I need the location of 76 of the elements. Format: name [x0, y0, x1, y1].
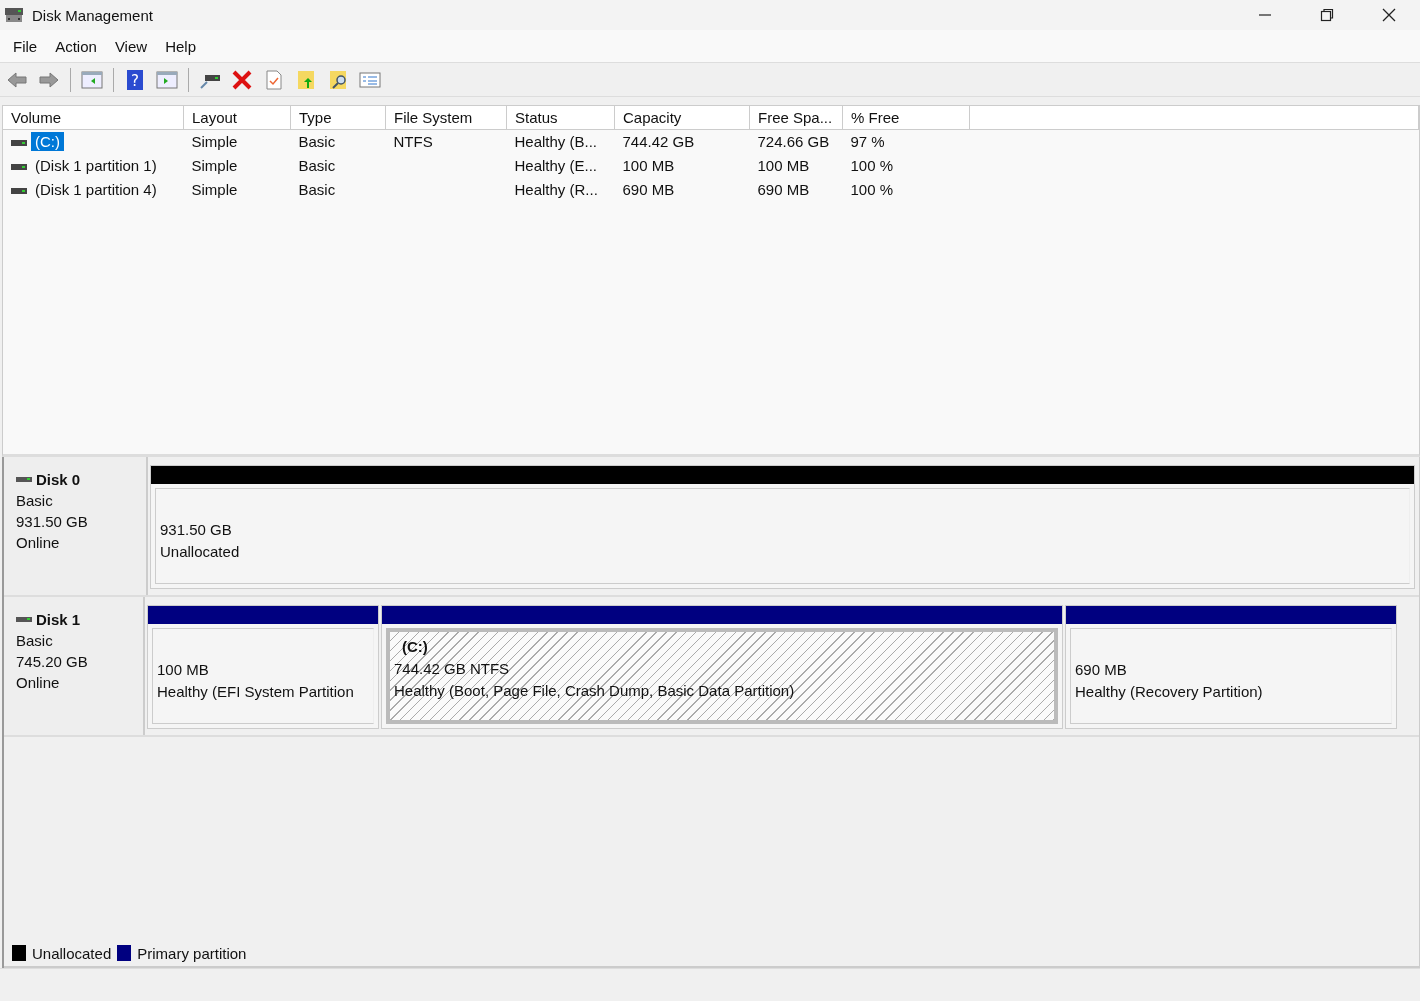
partition-status: Healthy (Recovery Partition) [1075, 682, 1264, 702]
partition-size: 100 MB [157, 660, 210, 680]
table-cell: 724.66 GB [757, 133, 830, 151]
panel-icon[interactable] [156, 69, 178, 90]
column-header[interactable]: Volume [3, 106, 184, 130]
drive-label[interactable]: (C:) [31, 132, 64, 152]
menu-item[interactable]: File [4, 37, 47, 55]
properties-list-icon[interactable] [359, 69, 381, 90]
partition-block[interactable]: 931.50 GB Unallocated [150, 465, 1415, 589]
menu-item[interactable]: View [105, 37, 157, 55]
forward-arrow-icon[interactable] [38, 69, 60, 90]
table-cell: Basic [298, 157, 336, 174]
disk-drive-icon [4, 6, 24, 24]
table-cell: Healthy (E... [514, 157, 598, 174]
table-cell: NTFS [393, 133, 433, 151]
column-header[interactable]: Free Spa... [749, 106, 843, 130]
column-header[interactable]: File System [385, 106, 507, 130]
partition-block[interactable]: 100 MB Healthy (EFI System Partition [147, 605, 379, 729]
table-cell: Healthy (R... [514, 181, 598, 198]
folder-search-icon[interactable] [327, 69, 349, 90]
drive-icon [11, 163, 27, 171]
column-header[interactable]: Type [290, 106, 386, 130]
disk-name: Disk 1 [36, 610, 81, 630]
restore-icon[interactable] [1320, 8, 1334, 22]
drive-icon [11, 187, 27, 195]
column-header[interactable]: % Free [842, 106, 970, 130]
folder-up-icon[interactable] [295, 69, 317, 90]
panel-icon[interactable] [81, 69, 103, 90]
close-icon[interactable] [1382, 8, 1396, 22]
column-header[interactable]: Status [506, 106, 615, 130]
partition-size: 931.50 GB [160, 520, 233, 540]
menu-item[interactable]: Action [46, 37, 106, 55]
drive-label[interactable]: (Disk 1 partition 4) [31, 180, 161, 199]
disk-status: Online [16, 533, 61, 553]
drive-label[interactable]: (Disk 1 partition 1) [31, 156, 161, 175]
partition-block[interactable]: 690 MB Healthy (Recovery Partition) [1065, 605, 1397, 729]
table-cell: Basic [298, 181, 336, 198]
legend-label: Unallocated [32, 944, 112, 962]
drive-icon [16, 615, 32, 624]
table-cell: Simple [191, 157, 238, 174]
disk-type: Basic [16, 631, 54, 651]
column-header[interactable]: Layout [183, 106, 291, 130]
table-cell: 100 % [850, 157, 894, 174]
table-cell: 97 % [850, 133, 885, 151]
drive-icon [11, 139, 27, 148]
partition-status: Healthy (Boot, Page File, Crash Dump, Basic Data Partition) [394, 681, 796, 701]
checked-document-icon[interactable] [263, 69, 285, 90]
partition-size: 744.42 GB NTFS [394, 659, 511, 679]
window-title: Disk Management [32, 6, 153, 24]
table-cell: 744.42 GB [622, 133, 695, 151]
back-arrow-icon[interactable] [6, 69, 28, 90]
table-cell: 100 MB [622, 157, 675, 174]
table-cell: Healthy (B... [514, 133, 598, 151]
help-icon[interactable]: ? [124, 69, 146, 90]
disk-size: 745.20 GB [16, 652, 89, 672]
legend-label: Primary partition [137, 944, 247, 962]
disk-size: 931.50 GB [16, 512, 89, 532]
table-cell: 100 MB [757, 157, 810, 174]
menu-item[interactable]: Help [156, 37, 205, 55]
table-cell: 690 MB [757, 181, 810, 198]
drive-icon [16, 475, 32, 484]
partition-status: Healthy (EFI System Partition [157, 682, 355, 702]
table-cell: Simple [191, 133, 238, 151]
partition-size: 690 MB [1075, 660, 1128, 680]
disk-type: Basic [16, 491, 54, 511]
table-cell: 690 MB [622, 181, 675, 198]
disk-status: Online [16, 673, 61, 693]
partition-label: (C:) [401, 637, 429, 657]
column-header[interactable]: Capacity [614, 106, 750, 130]
delete-icon[interactable] [231, 69, 253, 90]
partition-block[interactable]: (C:) 744.42 GB NTFS Healthy (Boot, Page File, Crash Dump, Basic Data Partition) [381, 605, 1063, 729]
disk-name: Disk 0 [36, 470, 81, 490]
table-cell: Simple [191, 181, 238, 198]
table-cell: 100 % [850, 181, 894, 198]
partition-status: Unallocated [160, 542, 241, 562]
table-cell: Basic [298, 133, 336, 151]
